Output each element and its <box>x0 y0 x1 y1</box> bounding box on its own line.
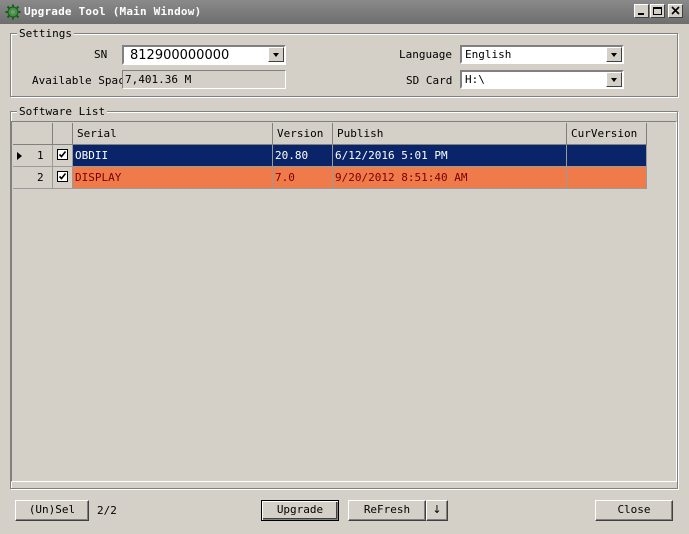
upgrade-button[interactable]: Upgrade <box>261 500 339 521</box>
gear-icon <box>5 4 21 20</box>
cell-serial[interactable]: DISPLAY <box>73 167 273 189</box>
title-bar[interactable]: Upgrade Tool (Main Window) <box>0 0 689 24</box>
refresh-dropdown-button[interactable]: ↓ <box>426 500 448 521</box>
language-value: English <box>465 48 512 61</box>
software-grid[interactable]: Serial Version Publish CurVersion 1 OBDI… <box>11 121 677 482</box>
row-pointer-icon <box>17 152 22 160</box>
column-header-serial[interactable]: Serial <box>73 123 273 145</box>
unselect-button[interactable]: (Un)Sel <box>15 500 89 521</box>
close-button[interactable]: Close <box>595 500 673 521</box>
sn-combobox[interactable]: 812900000000 <box>122 45 286 65</box>
grid-corner-header <box>13 123 53 145</box>
row-index: 1 <box>37 149 44 162</box>
checkmark-icon <box>58 173 67 180</box>
language-dropdown-arrow[interactable] <box>606 47 622 62</box>
minimize-button[interactable] <box>634 4 649 18</box>
sd-card-value: H:\ <box>465 73 485 86</box>
sn-value: 812900000000 <box>130 48 230 63</box>
software-list-group-label: Software List <box>17 105 108 118</box>
window-title: Upgrade Tool (Main Window) <box>24 5 202 18</box>
cell-publish[interactable]: 9/20/2012 8:51:40 AM <box>333 167 567 189</box>
language-label: Language <box>399 48 452 61</box>
sd-card-label: SD Card <box>406 74 453 87</box>
language-combobox[interactable]: English <box>460 45 624 64</box>
row-header[interactable]: 2 <box>13 167 53 189</box>
available-space-value: 7,401.36 M <box>125 73 192 86</box>
row-index: 2 <box>37 171 44 184</box>
row-checkbox-cell[interactable] <box>53 167 73 189</box>
cell-publish[interactable]: 6/12/2016 5:01 PM <box>333 145 567 167</box>
column-header-curversion[interactable]: CurVersion <box>567 123 647 145</box>
down-arrow-icon: ↓ <box>432 503 442 516</box>
row-checkbox[interactable] <box>57 149 68 160</box>
sn-label: SN <box>94 48 108 61</box>
close-icon <box>671 6 680 15</box>
maximize-button[interactable] <box>650 4 665 18</box>
cell-version[interactable]: 7.0 <box>273 167 333 189</box>
cell-curversion[interactable] <box>567 167 647 189</box>
available-space-field: 7,401.36 M <box>122 70 286 89</box>
row-checkbox-cell[interactable] <box>53 145 73 167</box>
cell-serial[interactable]: OBDII <box>73 145 273 167</box>
grid-check-header <box>53 123 73 145</box>
selection-count: 2/2 <box>97 504 117 517</box>
refresh-button[interactable]: ReFresh <box>348 500 426 521</box>
column-header-version[interactable]: Version <box>273 123 333 145</box>
cell-curversion[interactable] <box>567 145 647 167</box>
row-checkbox[interactable] <box>57 171 68 182</box>
settings-group-label: Settings <box>17 27 74 40</box>
sd-card-combobox[interactable]: H:\ <box>460 70 624 89</box>
available-space-label: Available Space <box>32 74 132 87</box>
minimize-icon <box>638 13 644 15</box>
sn-dropdown-arrow[interactable] <box>268 47 284 62</box>
cell-version[interactable]: 20.80 <box>273 145 333 167</box>
checkmark-icon <box>58 151 67 158</box>
sd-card-dropdown-arrow[interactable] <box>606 72 622 87</box>
maximize-icon <box>653 7 662 15</box>
main-window: Upgrade Tool (Main Window) Settings SN 8… <box>0 0 689 534</box>
row-header[interactable]: 1 <box>13 145 53 167</box>
close-window-button[interactable] <box>668 4 683 18</box>
column-header-publish[interactable]: Publish <box>333 123 567 145</box>
